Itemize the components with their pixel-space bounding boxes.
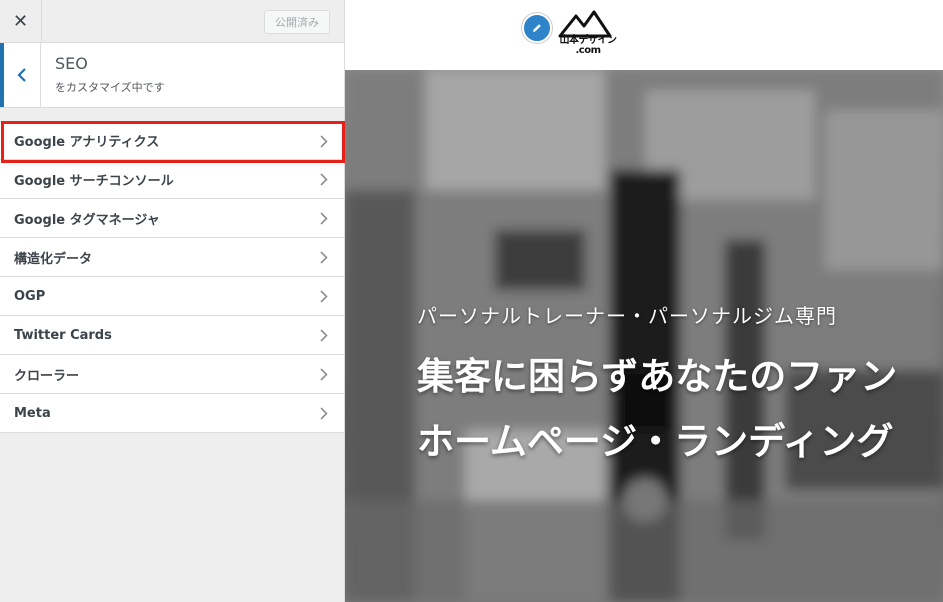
back-chevron-icon[interactable]: [0, 43, 41, 107]
hero-eyebrow: パーソナルトレーナー・パーソナルジム専門: [417, 304, 837, 328]
menu-item-label: クローラー: [14, 368, 80, 384]
chevron-right-icon: [320, 407, 328, 420]
menu-item-structured-data[interactable]: 構造化データ: [0, 238, 344, 277]
menu-item-ogp[interactable]: OGP: [0, 277, 344, 316]
chevron-right-icon: [320, 329, 328, 342]
hero-section: パーソナルトレーナー・パーソナルジム専門 集客に困らずあなたのファン ホームペー…: [345, 70, 943, 602]
menu-item-twitter-cards[interactable]: Twitter Cards: [0, 316, 344, 355]
chevron-right-icon: [320, 173, 328, 186]
site-preview: 山本デザイン .com パーソナルトレーナー・パーソナルジム専門 集客に困らずあ…: [345, 0, 943, 602]
menu-item-google-search-console[interactable]: Google サーチコンソール: [0, 160, 344, 199]
menu-item-google-tag-manager[interactable]: Google タグマネージャ: [0, 199, 344, 238]
chevron-right-icon: [320, 290, 328, 303]
menu-item-label: OGP: [14, 288, 46, 304]
hero-heading-line-1: 集客に困らずあなたのファン: [417, 354, 898, 398]
hero-heading-line-2: ホームページ・ランディング: [417, 419, 894, 463]
menu-item-label: 構造化データ: [14, 251, 93, 267]
menu-item-crawler[interactable]: クローラー: [0, 355, 344, 394]
section-header: SEO をカスタマイズ中です: [0, 43, 344, 108]
site-header: 山本デザイン .com: [345, 0, 943, 70]
menu-item-label: Google サーチコンソール: [14, 173, 174, 189]
customizer-topbar: ✕ 公開済み: [0, 0, 344, 43]
menu-item-label: Meta: [14, 405, 51, 421]
chevron-right-icon: [320, 251, 328, 264]
menu-item-meta[interactable]: Meta: [0, 394, 344, 433]
section-subtitle: をカスタマイズ中です: [55, 81, 165, 94]
section-title: SEO: [55, 54, 88, 73]
seo-menu: Google アナリティクス Google サーチコンソール Google タグ…: [0, 121, 344, 433]
menu-item-google-analytics[interactable]: Google アナリティクス: [0, 121, 344, 160]
customizer-sidebar: ✕ 公開済み SEO をカスタマイズ中です Google アナリティクス Goo…: [0, 0, 345, 602]
mountain-logo-icon: [558, 10, 612, 38]
menu-item-label: Google タグマネージャ: [14, 212, 160, 228]
menu-item-label: Twitter Cards: [14, 327, 112, 343]
publish-button[interactable]: 公開済み: [264, 10, 330, 34]
menu-item-label: Google アナリティクス: [14, 135, 160, 150]
chevron-right-icon: [320, 368, 328, 381]
chevron-right-icon: [320, 135, 328, 148]
logo-text-bottom: .com: [575, 45, 601, 56]
site-logo-text[interactable]: 山本デザイン .com: [548, 36, 628, 56]
gym-background-image: [345, 70, 943, 602]
chevron-right-icon: [320, 212, 328, 225]
close-icon[interactable]: ✕: [0, 0, 42, 42]
